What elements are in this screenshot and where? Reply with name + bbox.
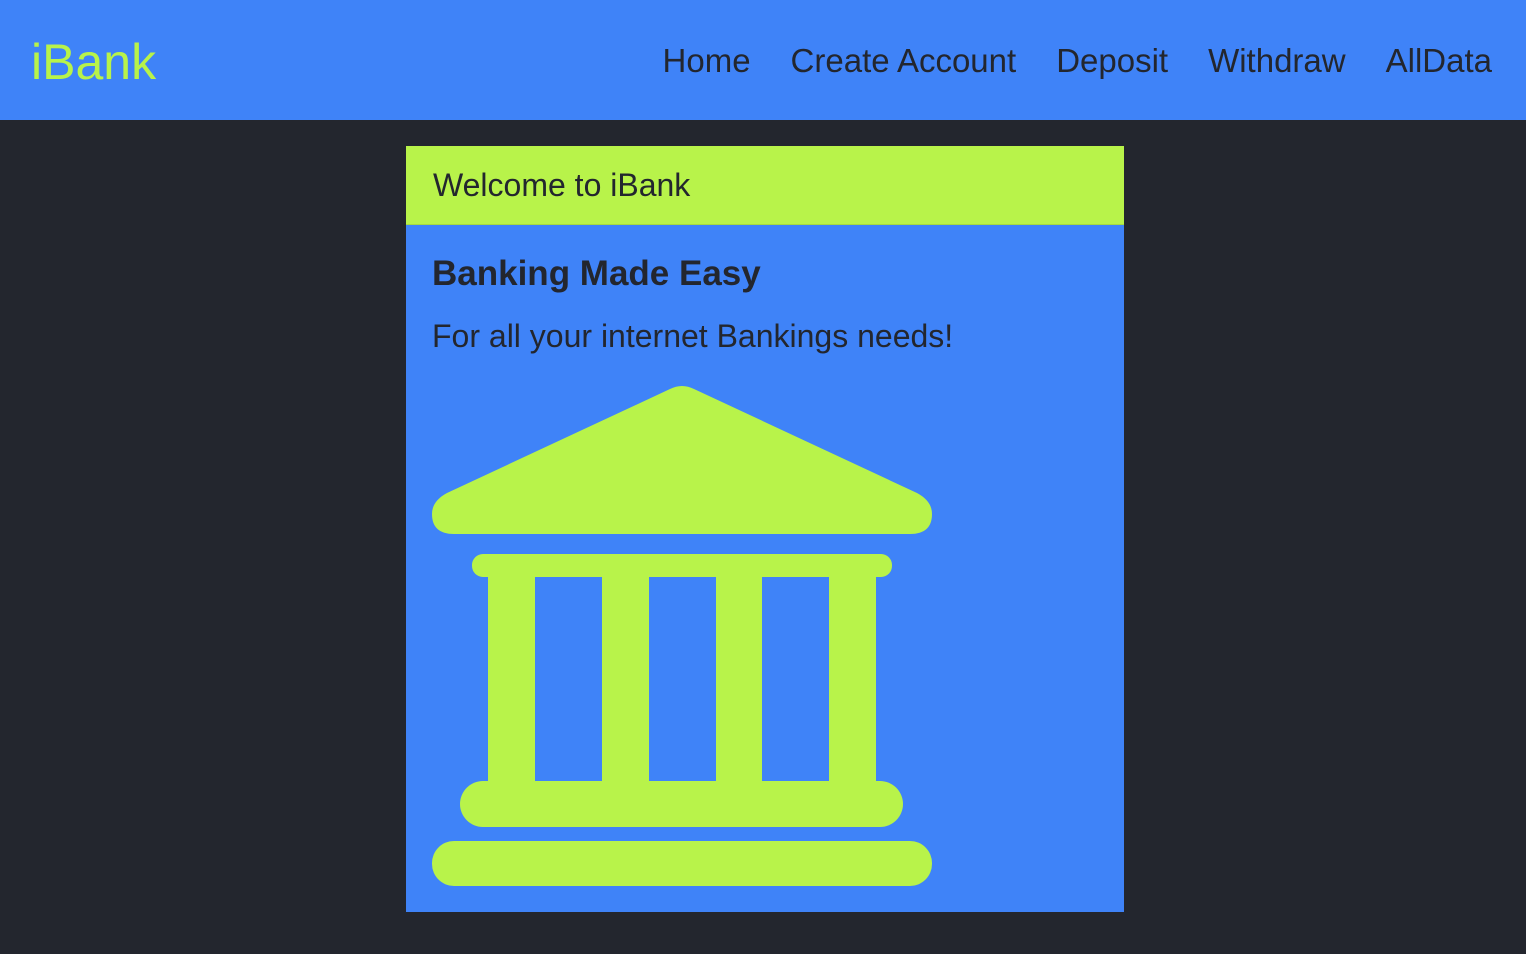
card-header: Welcome to iBank <box>406 146 1124 225</box>
nav-link-alldata[interactable]: AllData <box>1386 40 1492 82</box>
nav-link-create-account[interactable]: Create Account <box>791 40 1017 82</box>
bank-building-icon <box>432 386 932 886</box>
nav-link-deposit[interactable]: Deposit <box>1056 40 1168 82</box>
welcome-card: Welcome to iBank Banking Made Easy For a… <box>406 146 1124 912</box>
nav-links: Home Create Account Deposit Withdraw All… <box>663 40 1492 82</box>
top-navbar: iBank Home Create Account Deposit Withdr… <box>0 0 1526 120</box>
card-title: Banking Made Easy <box>432 254 761 293</box>
brand-logo-link[interactable]: iBank <box>31 32 156 92</box>
nav-link-home[interactable]: Home <box>663 40 751 82</box>
nav-link-withdraw[interactable]: Withdraw <box>1208 40 1346 82</box>
card-text: For all your internet Bankings needs! <box>432 318 954 354</box>
